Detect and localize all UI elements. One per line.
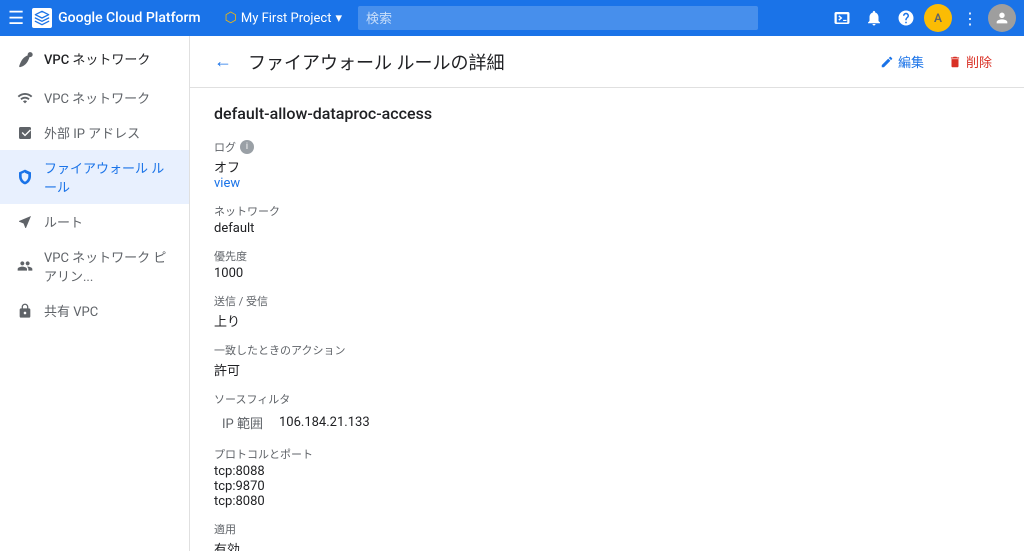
hamburger-menu[interactable]: ☰: [8, 8, 24, 29]
delete-button[interactable]: 削除: [940, 48, 1000, 75]
sidebar-item-routes[interactable]: ルート: [0, 204, 189, 239]
protocol-value: tcp:9870: [214, 479, 1000, 494]
action-label: 一致したときのアクション: [214, 342, 1000, 358]
vpc-peering-icon: [16, 257, 34, 275]
direction-label: 送信 / 受信: [214, 293, 1000, 309]
delete-label: 削除: [966, 52, 992, 71]
top-navigation: ☰ Google Cloud Platform ⬡ My First Proje…: [0, 0, 1024, 36]
notifications-icon[interactable]: [860, 4, 888, 32]
sidebar-header-label: VPC ネットワーク: [44, 49, 150, 68]
project-icon: ⬡: [225, 10, 237, 26]
sidebar-item-label: VPC ネットワーク ピアリン...: [44, 247, 173, 285]
log-info-icon[interactable]: i: [240, 140, 254, 154]
priority-value: 1000: [214, 266, 1000, 281]
vpc-network-header-icon: [16, 48, 36, 68]
firewall-rules-icon: [16, 168, 34, 186]
main-header: ← ファイアウォール ルールの詳細 編集 削除: [190, 36, 1024, 88]
delete-icon: [948, 55, 962, 69]
gcp-logo: Google Cloud Platform: [32, 8, 200, 28]
protocol-value: tcp:8088: [214, 464, 1000, 479]
detail-action: 一致したときのアクション 許可: [214, 342, 1000, 379]
app-name: Google Cloud Platform: [58, 10, 200, 26]
protocol-values: tcp:8088tcp:9870tcp:8080: [214, 464, 1000, 509]
user-avatar[interactable]: [988, 4, 1016, 32]
detail-priority: 優先度 1000: [214, 248, 1000, 281]
direction-value: 上り: [214, 311, 1000, 330]
log-label: ログ i: [214, 139, 1000, 155]
source-filter-table: IP 範囲106.184.21.133: [214, 411, 1000, 434]
search-bar: [358, 6, 812, 30]
search-input[interactable]: [358, 6, 758, 30]
sidebar-item-label: ルート: [44, 212, 83, 231]
sidebar-item-label: ファイアウォール ルール: [44, 158, 173, 196]
avatar[interactable]: A: [924, 4, 952, 32]
log-value: オフ: [214, 157, 1000, 176]
project-name: My First Project: [241, 11, 332, 26]
detail-source-filter: ソースフィルタ IP 範囲106.184.21.133: [214, 391, 1000, 434]
nav-right: A ⋮: [828, 4, 1016, 32]
source-filter-label: ソースフィルタ: [214, 391, 1000, 407]
gcp-logo-icon: [32, 8, 52, 28]
sidebar: VPC ネットワーク VPC ネットワーク 外部 IP アドレス ファイアウォー…: [0, 36, 190, 551]
vpc-network-icon: [16, 89, 34, 107]
detail-protocols: プロトコルとポート tcp:8088tcp:9870tcp:8080: [214, 446, 1000, 509]
source-filter-row: IP 範囲106.184.21.133: [214, 411, 386, 434]
sidebar-item-shared-vpc[interactable]: 共有 VPC: [0, 293, 189, 328]
more-options-icon[interactable]: ⋮: [956, 4, 984, 32]
project-selector[interactable]: ⬡ My First Project ▾: [225, 10, 342, 26]
header-actions: 編集 削除: [872, 48, 1000, 75]
detail-direction: 送信 / 受信 上り: [214, 293, 1000, 330]
resource-name: default-allow-dataproc-access: [214, 104, 1000, 123]
apply-value: 有効: [214, 539, 1000, 551]
protocol-value: tcp:8080: [214, 494, 1000, 509]
chevron-down-icon: ▾: [335, 11, 342, 26]
apply-label: 適用: [214, 521, 1000, 537]
main-layout: VPC ネットワーク VPC ネットワーク 外部 IP アドレス ファイアウォー…: [0, 36, 1024, 551]
sidebar-item-label: VPC ネットワーク: [44, 88, 150, 107]
page-title: ファイアウォール ルールの詳細: [248, 49, 856, 75]
priority-label: 優先度: [214, 248, 1000, 264]
sidebar-item-external-ip[interactable]: 外部 IP アドレス: [0, 115, 189, 150]
help-icon[interactable]: [892, 4, 920, 32]
routes-icon: [16, 213, 34, 231]
source-value: 106.184.21.133: [279, 411, 386, 434]
sidebar-item-vpc-network[interactable]: VPC ネットワーク: [0, 80, 189, 115]
edit-button[interactable]: 編集: [872, 48, 932, 75]
detail-content: default-allow-dataproc-access ログ i オフ vi…: [190, 88, 1024, 551]
cloud-shell-icon[interactable]: [828, 4, 856, 32]
network-value: default: [214, 221, 1000, 236]
source-type: IP 範囲: [214, 411, 279, 434]
log-view-link[interactable]: view: [214, 176, 240, 191]
back-button[interactable]: ←: [214, 51, 232, 72]
sidebar-item-vpc-peering[interactable]: VPC ネットワーク ピアリン...: [0, 239, 189, 293]
detail-apply: 適用 有効: [214, 521, 1000, 551]
main-content: ← ファイアウォール ルールの詳細 編集 削除 default-allow-da…: [190, 36, 1024, 551]
sidebar-item-label: 共有 VPC: [44, 301, 98, 320]
action-value: 許可: [214, 360, 1000, 379]
edit-label: 編集: [898, 52, 924, 71]
detail-network: ネットワーク default: [214, 203, 1000, 236]
protocols-label: プロトコルとポート: [214, 446, 1000, 462]
network-label: ネットワーク: [214, 203, 1000, 219]
external-ip-icon: [16, 124, 34, 142]
nav-left: ☰ Google Cloud Platform ⬡ My First Proje…: [8, 8, 342, 29]
edit-icon: [880, 55, 894, 69]
sidebar-item-firewall-rules[interactable]: ファイアウォール ルール: [0, 150, 189, 204]
shared-vpc-icon: [16, 302, 34, 320]
detail-log: ログ i オフ view: [214, 139, 1000, 191]
sidebar-header: VPC ネットワーク: [0, 36, 189, 80]
sidebar-item-label: 外部 IP アドレス: [44, 123, 140, 142]
